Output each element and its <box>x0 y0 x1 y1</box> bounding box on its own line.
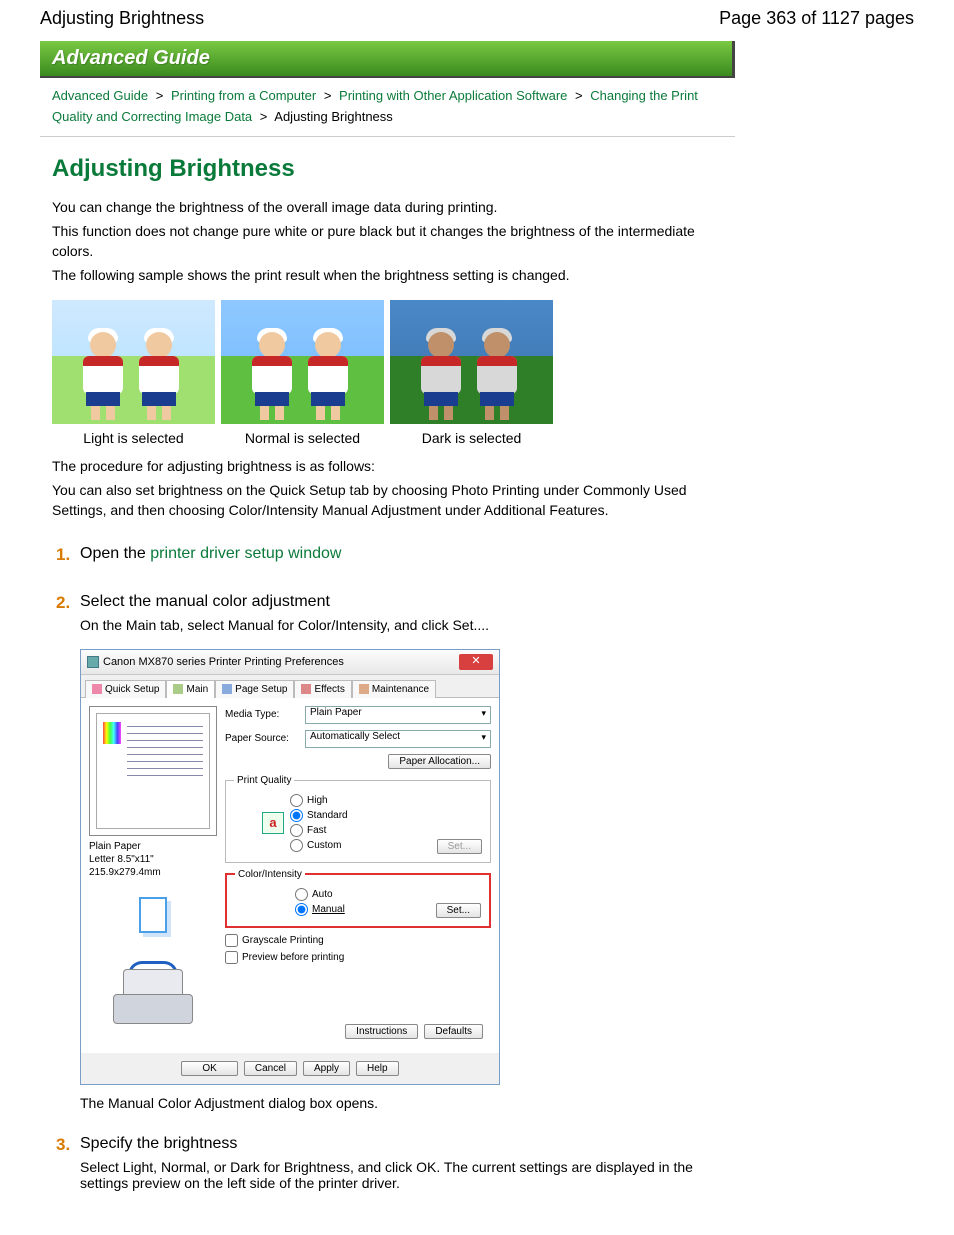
printer-driver-link[interactable]: printer driver setup window <box>150 545 341 562</box>
grayscale-checkbox[interactable] <box>225 934 238 947</box>
after-dialog-note: The Manual Color Adjustment dialog box o… <box>80 1095 735 1111</box>
tab-main[interactable]: Main <box>166 680 215 698</box>
defaults-button[interactable]: Defaults <box>424 1024 483 1039</box>
sample-normal <box>221 300 384 424</box>
effects-icon <box>301 684 311 694</box>
orientation-preview <box>89 893 217 937</box>
cancel-button[interactable]: Cancel <box>244 1061 297 1076</box>
printer-icon <box>87 656 99 668</box>
help-button[interactable]: Help <box>356 1061 399 1076</box>
printing-preferences-dialog: Canon MX870 series Printer Printing Pref… <box>80 649 500 1085</box>
step-1-pre: Open the <box>80 545 150 562</box>
print-quality-group: Print Quality a High Standard Fast <box>225 775 491 863</box>
pq-set-button[interactable]: Set... <box>437 839 482 854</box>
pq-fast-radio[interactable] <box>290 824 303 837</box>
pq-custom-radio[interactable] <box>290 839 303 852</box>
tab-strip: Quick Setup Main Page Setup Effects Main… <box>81 675 499 698</box>
preview-media: Plain Paper <box>89 840 217 853</box>
sample-light <box>52 300 215 424</box>
ok-button[interactable]: OK <box>181 1061 237 1076</box>
step-2-desc: On the Main tab, select Manual for Color… <box>80 617 735 633</box>
sample-normal-label: Normal is selected <box>221 430 384 446</box>
tab-quick-setup[interactable]: Quick Setup <box>85 680 166 698</box>
step-3-title: Specify the brightness <box>80 1135 735 1153</box>
step-2-num: 2. <box>52 593 80 1111</box>
printer-illustration <box>89 957 217 1037</box>
crumb-printing-other-app[interactable]: Printing with Other Application Software <box>339 88 567 103</box>
color-intensity-legend: Color/Intensity <box>235 869 305 880</box>
dialog-title: Canon MX870 series Printer Printing Pref… <box>103 656 344 668</box>
procedure-intro: The procedure for adjusting brightness i… <box>52 456 735 476</box>
settings-preview <box>89 706 217 836</box>
crumb-advanced-guide[interactable]: Advanced Guide <box>52 88 148 103</box>
preview-size: Letter 8.5"x11" 215.9x279.4mm <box>89 853 217 879</box>
crumb-printing-computer[interactable]: Printing from a Computer <box>171 88 316 103</box>
step-3-num: 3. <box>52 1135 80 1191</box>
main-icon <box>173 684 183 694</box>
intro-p1: You can change the brightness of the ove… <box>52 197 735 217</box>
media-type-label: Media Type: <box>225 709 299 720</box>
page-title: Adjusting Brightness <box>52 155 735 183</box>
rainbow-icon <box>103 722 121 744</box>
intro-p2: This function does not change pure white… <box>52 221 735 262</box>
paper-source-label: Paper Source: <box>225 733 299 744</box>
tab-maintenance[interactable]: Maintenance <box>352 680 436 698</box>
sample-dark <box>390 300 553 424</box>
media-type-select[interactable]: Plain Paper <box>305 706 491 724</box>
pq-standard-radio[interactable] <box>290 809 303 822</box>
guide-banner: Advanced Guide <box>40 41 735 78</box>
step-2-title: Select the manual color adjustment <box>80 593 735 611</box>
ci-auto-radio[interactable] <box>295 888 308 901</box>
instructions-button[interactable]: Instructions <box>345 1024 418 1039</box>
step-1-num: 1. <box>52 545 80 569</box>
tab-page-setup[interactable]: Page Setup <box>215 680 294 698</box>
quick-setup-icon <box>92 684 102 694</box>
pq-high-radio[interactable] <box>290 794 303 807</box>
color-intensity-group: Color/Intensity Auto Manual Set... <box>225 869 491 928</box>
maintenance-icon <box>359 684 369 694</box>
paper-source-select[interactable]: Automatically Select <box>305 730 491 748</box>
crumb-current: Adjusting Brightness <box>274 109 393 124</box>
intro-p3: The following sample shows the print res… <box>52 265 735 285</box>
page-indicator: Page 363 of 1127 pages <box>719 8 914 29</box>
page-setup-icon <box>222 684 232 694</box>
sample-images: Light is selected Normal is selected Dar… <box>52 300 735 446</box>
doc-title: Adjusting Brightness <box>40 8 204 29</box>
sample-dark-label: Dark is selected <box>390 430 553 446</box>
apply-button[interactable]: Apply <box>303 1061 350 1076</box>
paper-allocation-button[interactable]: Paper Allocation... <box>388 754 491 769</box>
breadcrumb: Advanced Guide > Printing from a Compute… <box>40 78 735 137</box>
tab-effects[interactable]: Effects <box>294 680 351 698</box>
quick-setup-note: You can also set brightness on the Quick… <box>52 480 735 521</box>
quality-sample-icon: a <box>262 812 284 834</box>
ci-manual-radio[interactable] <box>295 903 308 916</box>
ci-set-button[interactable]: Set... <box>436 903 481 918</box>
print-quality-legend: Print Quality <box>234 775 294 786</box>
preview-checkbox[interactable] <box>225 951 238 964</box>
step-3-desc: Select Light, Normal, or Dark for Bright… <box>80 1159 735 1191</box>
close-button[interactable]: ✕ <box>459 654 493 670</box>
sample-light-label: Light is selected <box>52 430 215 446</box>
